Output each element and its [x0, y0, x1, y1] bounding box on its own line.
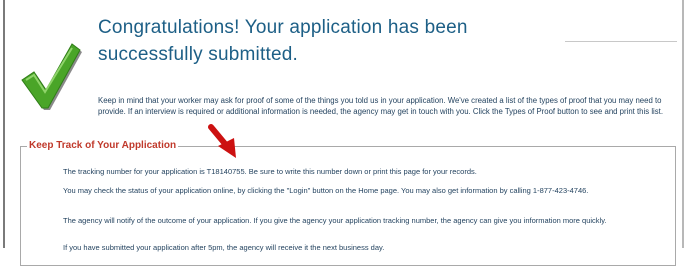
tracking-number-text: The tracking number for your application… [63, 167, 477, 176]
green-check-icon [21, 43, 82, 110]
left-border [3, 0, 5, 248]
status-info-text: You may check the status of your applica… [63, 186, 589, 195]
notification-text: The agency will notify of the outcome of… [63, 216, 607, 225]
after-hours-text: If you have submitted your application a… [63, 243, 385, 252]
title-divider [565, 41, 677, 42]
red-arrow-icon [208, 124, 236, 158]
intro-text: Keep in mind that your worker may ask fo… [98, 96, 664, 116]
page-title: Congratulations! Your application has be… [98, 17, 468, 65]
right-border [682, 0, 684, 248]
section-legend: Keep Track of Your Application [27, 139, 179, 153]
